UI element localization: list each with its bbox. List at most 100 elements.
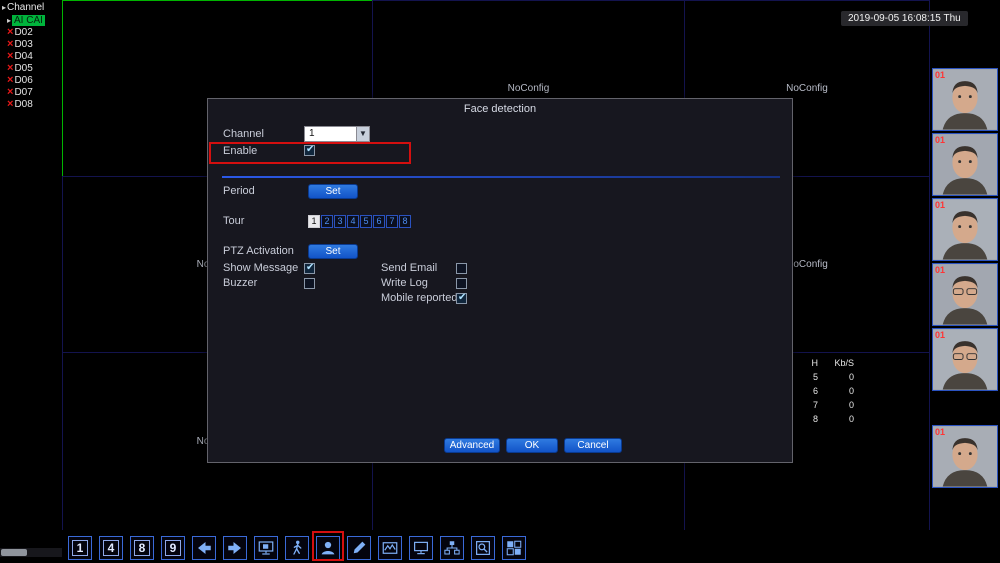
face-detection-dialog: Face detection Channel 1 ▼ Enable Period…: [207, 98, 793, 463]
sidebar-item-d05[interactable]: × D05: [0, 62, 62, 74]
view-1-icon: 1: [71, 540, 89, 556]
cancel-button[interactable]: Cancel: [564, 438, 622, 453]
channel-label: D07: [14, 86, 33, 98]
screen-play-icon: [258, 541, 274, 555]
sidebar-item-d03[interactable]: × D03: [0, 38, 62, 50]
channel-label: D08: [14, 98, 33, 110]
tour-button[interactable]: 3: [334, 215, 346, 228]
snapshot-button[interactable]: [378, 536, 402, 560]
snapshot-channel-badge: 01: [935, 427, 946, 437]
channel-field-label: Channel: [223, 128, 264, 140]
sidebar-item-d02[interactable]: × D02: [0, 26, 62, 38]
datetime-display: 2019-09-05 16:08:15 Thu: [841, 11, 968, 26]
tour-button[interactable]: 4: [347, 215, 359, 228]
sidebar-item-d04[interactable]: × D04: [0, 50, 62, 62]
channel-label: D04: [14, 50, 33, 62]
face-snapshot[interactable]: 01: [932, 263, 998, 326]
period-set-button[interactable]: Set: [308, 184, 358, 199]
chevron-down-icon[interactable]: ▼: [356, 127, 369, 141]
image-icon: [382, 542, 398, 554]
device-search-button[interactable]: [471, 536, 495, 560]
tour-button[interactable]: 7: [386, 215, 398, 228]
dvr-screen: { "header": { "timestamp": "2019-09-05 1…: [0, 0, 1000, 563]
channel-select-value: 1: [309, 128, 315, 139]
channel-tree-title: Channel: [7, 2, 45, 13]
period-field-label: Period: [223, 185, 255, 197]
face-snapshot[interactable]: 01: [932, 133, 998, 196]
view-1-button[interactable]: 1: [68, 536, 92, 560]
right-arrow-icon: [228, 542, 241, 554]
view-4-button[interactable]: 4: [99, 536, 123, 560]
face-snapshot[interactable]: 01: [932, 198, 998, 261]
network-button[interactable]: [440, 536, 464, 560]
display-button[interactable]: [409, 536, 433, 560]
ptz-set-button[interactable]: Set: [308, 244, 358, 259]
view-8-button[interactable]: 8: [130, 536, 154, 560]
motion-detect-button[interactable]: [285, 536, 309, 560]
view-9-icon: 9: [164, 540, 182, 556]
show-message-checkbox[interactable]: [304, 262, 315, 274]
channel-grid-button[interactable]: [502, 536, 526, 560]
snapshot-channel-badge: 01: [935, 200, 946, 210]
tour-button[interactable]: 2: [321, 215, 333, 228]
prev-channel-button[interactable]: [192, 536, 216, 560]
channel-label: D05: [14, 62, 33, 74]
sidebar-scrollbar-thumb[interactable]: [1, 549, 27, 556]
channel-select[interactable]: 1 ▼: [304, 126, 370, 142]
view-8-icon: 8: [133, 540, 151, 556]
next-channel-button[interactable]: [223, 536, 247, 560]
advanced-button[interactable]: Advanced: [444, 438, 500, 453]
enable-field-label: Enable: [223, 145, 258, 157]
left-arrow-icon: [198, 542, 211, 554]
send-email-checkbox[interactable]: [456, 263, 467, 274]
tour-button[interactable]: 6: [373, 215, 385, 228]
write-log-checkbox[interactable]: [456, 278, 467, 289]
noconfig-label: NoConfig: [786, 83, 828, 94]
offline-x-icon: ×: [7, 98, 14, 110]
channel-tree-header[interactable]: ▸Channel: [0, 0, 62, 14]
snapshot-channel-badge: 01: [935, 265, 946, 275]
snapshot-channel-badge: 01: [935, 330, 946, 340]
sidebar-item-d06[interactable]: × D06: [0, 74, 62, 86]
face-detect-button[interactable]: [316, 536, 340, 560]
tour-button[interactable]: 5: [360, 215, 372, 228]
bitrate-col-header: H: [811, 358, 819, 368]
sidebar-item-d08[interactable]: × D08: [0, 98, 62, 110]
channel-label: D06: [14, 74, 33, 86]
view-4-icon: 4: [102, 540, 120, 556]
mobile-reported-label: Mobile reported: [381, 292, 458, 304]
ptz-control-button[interactable]: [347, 536, 371, 560]
snapshot-channel-badge: 01: [935, 70, 946, 80]
sidebar-item-ai-cam[interactable]: ▸ AI CAI: [0, 14, 62, 26]
channel-label: D03: [14, 38, 33, 50]
ptz-activation-field-label: PTZ Activation: [223, 245, 294, 257]
offline-x-icon: ×: [7, 26, 14, 38]
sidebar-scrollbar[interactable]: [0, 548, 62, 557]
offline-x-icon: ×: [7, 86, 14, 98]
bitrate-table: H Kb/S 50 60 70 80: [800, 356, 855, 426]
bitrate-row: 70: [812, 400, 854, 410]
tour-button-group: 1 2 3 4 5 6 7 8: [308, 215, 411, 228]
tour-button[interactable]: 1: [308, 215, 320, 228]
bitrate-row: 80: [812, 414, 854, 424]
offline-x-icon: ×: [7, 38, 14, 50]
tour-button[interactable]: 8: [399, 215, 411, 228]
enable-checkbox[interactable]: [304, 144, 315, 156]
playback-button[interactable]: [254, 536, 278, 560]
grid-icon: [506, 540, 522, 556]
buzzer-checkbox[interactable]: [304, 278, 315, 289]
mobile-reported-checkbox[interactable]: [456, 292, 467, 304]
bottom-toolbar: 1 4 8 9: [0, 530, 1000, 563]
channel-sidebar: ▸Channel ▸ AI CAI × D02 × D03 × D04 × D05 × D…: [0, 0, 62, 563]
face-snapshot[interactable]: 01: [932, 328, 998, 391]
view-9-button[interactable]: 9: [161, 536, 185, 560]
walking-person-icon: [293, 540, 302, 555]
face-snapshot[interactable]: 01: [932, 68, 998, 131]
ok-button[interactable]: OK: [506, 438, 558, 453]
section-divider: [222, 176, 780, 178]
bitrate-row: 60: [812, 386, 854, 396]
sidebar-item-d07[interactable]: × D07: [0, 86, 62, 98]
person-face-icon: [321, 541, 335, 555]
face-snapshot[interactable]: 01: [932, 425, 998, 488]
offline-x-icon: ×: [7, 74, 14, 86]
